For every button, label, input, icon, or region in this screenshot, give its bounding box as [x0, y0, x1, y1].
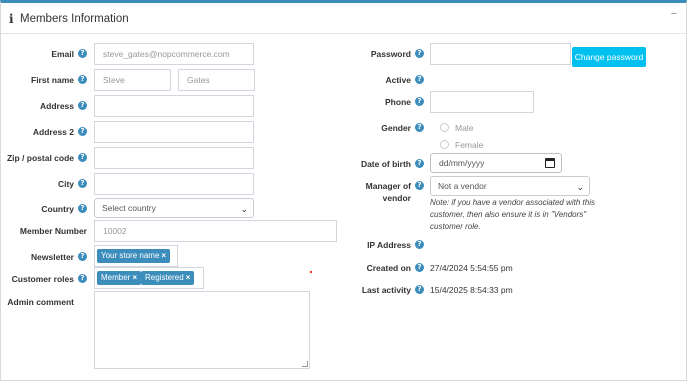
member-number-field[interactable]: 10002 [94, 220, 337, 242]
help-icon[interactable]: ? [78, 101, 87, 110]
help-icon[interactable]: ? [415, 97, 424, 106]
newsletter-tag[interactable]: Your store name × [97, 249, 171, 263]
card-header: i Members Information − [1, 3, 686, 34]
dob-placeholder: dd/mm/yyyy [439, 158, 485, 168]
newsletter-label: Newsletter [31, 252, 74, 262]
info-icon: i [9, 12, 14, 26]
dob-field[interactable]: dd/mm/yyyy [430, 153, 562, 173]
customer-roles-tagbox[interactable]: Member × Registered × [94, 267, 204, 289]
last-name-field[interactable]: Gates [178, 69, 255, 91]
chevron-down-icon: ⌄ [240, 204, 248, 214]
active-label: Active [385, 75, 411, 85]
chevron-down-icon: ⌄ [576, 182, 584, 192]
password-field[interactable] [430, 43, 571, 65]
help-icon[interactable]: ? [415, 240, 424, 249]
card-title: Members Information [20, 13, 129, 25]
dob-label: Date of birth [360, 159, 411, 169]
resize-handle-icon[interactable] [302, 361, 308, 367]
help-icon[interactable]: ? [415, 75, 424, 84]
help-icon[interactable]: ? [415, 123, 424, 132]
help-icon[interactable]: ? [415, 181, 424, 190]
collapse-button[interactable]: − [668, 9, 680, 21]
ip-address-label: IP Address [367, 240, 411, 250]
last-activity-value: 15/4/2025 8:54:33 pm [430, 285, 513, 295]
created-on-label: Created on [366, 263, 411, 273]
gender-label: Gender [381, 123, 411, 133]
gender-male-label: Male [455, 123, 474, 133]
help-icon[interactable]: ? [78, 49, 87, 58]
close-icon[interactable]: × [161, 251, 166, 260]
admin-comment-textarea[interactable] [94, 291, 310, 369]
address2-field[interactable] [94, 121, 254, 143]
help-icon[interactable]: ? [78, 153, 87, 162]
vendor-label: vendor [382, 193, 411, 203]
help-icon[interactable]: ? [78, 179, 87, 188]
vendor-note: Note: if you have a vendor associated wi… [430, 198, 595, 231]
zip-field[interactable] [94, 147, 254, 169]
manager-of-label: Manager of [365, 181, 411, 191]
role-tag-member[interactable]: Member × [97, 271, 142, 285]
city-field[interactable] [94, 173, 254, 195]
last-activity-label: Last activity [361, 285, 411, 295]
address-field[interactable] [94, 95, 254, 117]
country-selected: Select country [102, 203, 156, 213]
email-field[interactable]: steve_gates@nopcommerce.com [94, 43, 254, 65]
phone-field[interactable] [430, 91, 534, 113]
created-on-value: 27/4/2024 5:54:55 pm [430, 263, 513, 273]
red-dot [310, 271, 312, 273]
country-label: Country [41, 204, 74, 214]
first-name-label: First name [31, 75, 74, 85]
phone-label: Phone [385, 97, 411, 107]
country-select[interactable]: Select country ⌄ [94, 198, 254, 218]
help-icon[interactable]: ? [78, 204, 87, 213]
change-password-button[interactable]: Change password [572, 47, 646, 67]
gender-male-radio[interactable] [440, 123, 449, 132]
email-label: Email [51, 49, 74, 59]
member-number-label: Member Number [19, 226, 87, 236]
city-label: City [57, 179, 74, 189]
close-icon[interactable]: × [132, 273, 137, 282]
help-icon[interactable]: ? [78, 75, 87, 84]
help-icon[interactable]: ? [78, 127, 87, 136]
address-label: Address [39, 101, 74, 111]
password-label: Password [370, 49, 411, 59]
close-icon[interactable]: × [186, 273, 191, 282]
help-icon[interactable]: ? [415, 49, 424, 58]
help-icon[interactable]: ? [78, 252, 87, 261]
role-tag-registered[interactable]: Registered × [141, 271, 195, 285]
vendor-select[interactable]: Not a vendor ⌄ [430, 176, 590, 196]
gender-female-label: Female [455, 140, 484, 150]
help-icon[interactable]: ? [415, 263, 424, 272]
address2-label: Address 2 [32, 127, 74, 137]
vendor-selected: Not a vendor [438, 181, 487, 191]
help-icon[interactable]: ? [415, 285, 424, 294]
newsletter-tagbox[interactable]: Your store name × [94, 245, 178, 267]
calendar-icon[interactable] [545, 158, 555, 168]
gender-female-radio[interactable] [440, 140, 449, 149]
zip-label: Zip / postal code [6, 153, 74, 163]
help-icon[interactable]: ? [78, 274, 87, 283]
customer-roles-label: Customer roles [11, 274, 74, 284]
first-name-field[interactable]: Steve [94, 69, 171, 91]
help-icon[interactable]: ? [415, 159, 424, 168]
admin-comment-label: Admin comment [7, 297, 74, 307]
